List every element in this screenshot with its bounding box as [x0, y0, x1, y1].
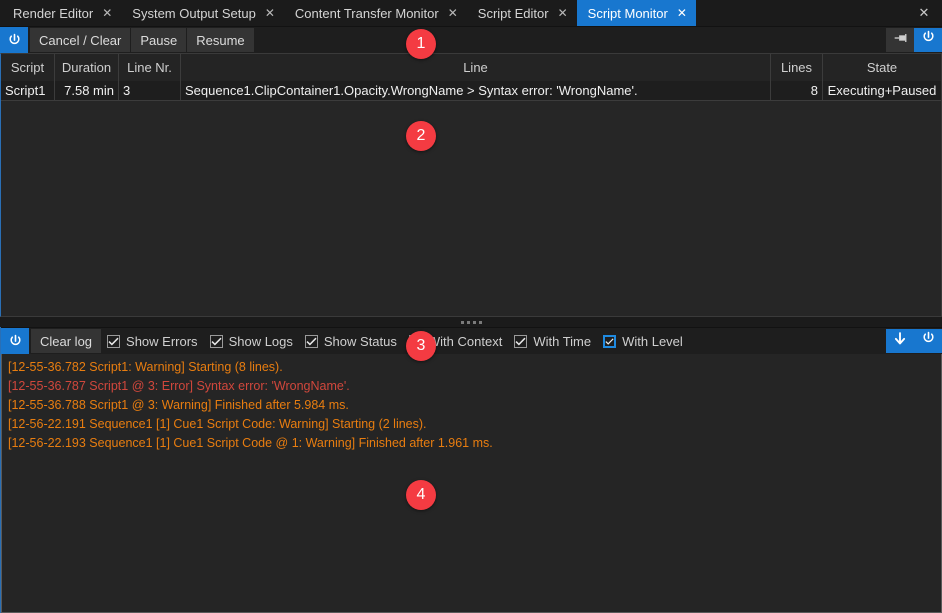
power-icon [921, 331, 936, 351]
script-power-button[interactable] [0, 27, 28, 53]
table-row[interactable]: Script1 7.58 min 3 Sequence1.ClipContain… [1, 81, 941, 101]
cell-duration: 7.58 min [55, 81, 119, 100]
script-table: Script Duration Line Nr. Line Lines Stat… [0, 53, 942, 317]
resume-button[interactable]: Resume [187, 28, 254, 52]
power-icon [921, 30, 936, 50]
column-header-lines[interactable]: Lines [771, 54, 823, 81]
cell-line: Sequence1.ClipContainer1.Opacity.WrongNa… [181, 81, 771, 100]
checkbox-show-errors[interactable]: Show Errors [102, 328, 205, 354]
log-output[interactable]: [12-55-36.782 Script1: Warning] Starting… [1, 354, 942, 613]
log-line: [12-56-22.193 Sequence1 [1] Cue1 Script … [8, 436, 493, 450]
checkmark-icon [603, 334, 617, 348]
close-icon[interactable]: ✕ [102, 7, 112, 19]
arrow-down-icon [893, 331, 907, 351]
panel-splitter[interactable] [0, 317, 942, 327]
column-header-line[interactable]: Line [181, 54, 771, 81]
clear-log-button[interactable]: Clear log [31, 329, 102, 353]
checkmark-icon [209, 334, 223, 348]
close-icon[interactable]: ✕ [677, 7, 687, 19]
close-icon[interactable]: ✕ [265, 7, 275, 19]
pin-icon [892, 31, 908, 50]
checkmark-icon [304, 334, 318, 348]
tab-script-editor[interactable]: Script Editor ✕ [467, 0, 577, 26]
annotation-badge-3: 3 [406, 331, 436, 361]
log-line: [12-55-36.787 Script1 @ 3: Error] Syntax… [8, 379, 350, 393]
tab-script-monitor[interactable]: Script Monitor ✕ [576, 0, 696, 26]
script-toolbar: Cancel / Clear Pause Resume [0, 26, 942, 53]
cell-script: Script1 [1, 81, 55, 100]
pause-button[interactable]: Pause [131, 28, 187, 52]
column-header-line-nr[interactable]: Line Nr. [119, 54, 181, 81]
checkbox-label: Show Errors [126, 333, 198, 349]
cell-state: Executing+Paused [827, 83, 937, 98]
log-line: [12-55-36.782 Script1: Warning] Starting… [8, 360, 283, 374]
checkbox-label: With Level [622, 333, 683, 349]
tab-render-editor[interactable]: Render Editor ✕ [2, 0, 121, 26]
annotation-badge-2: 2 [406, 121, 436, 151]
script-toolbar-spacer [255, 27, 886, 53]
tab-label: Render Editor [13, 5, 94, 21]
checkbox-label: With Time [533, 333, 592, 349]
table-header-row: Script Duration Line Nr. Line Lines Stat… [1, 54, 941, 81]
log-toolbar: Clear log Show Errors Show Logs Show Sta… [1, 327, 942, 354]
close-icon[interactable]: ✕ [558, 7, 568, 19]
checkbox-show-status[interactable]: Show Status [300, 328, 404, 354]
annotation-badge-4: 4 [406, 480, 436, 510]
tab-bar-spacer [696, 0, 906, 26]
column-header-script[interactable]: Script [1, 54, 55, 81]
script-power-right-button[interactable] [914, 28, 942, 52]
checkbox-with-time[interactable]: With Time [509, 328, 598, 354]
pin-button[interactable] [886, 28, 914, 52]
column-header-duration[interactable]: Duration [55, 54, 119, 81]
log-toolbar-spacer [690, 328, 886, 354]
cell-lines: 8 [771, 81, 823, 100]
log-section: Clear log Show Errors Show Logs Show Sta… [0, 327, 942, 613]
column-header-state[interactable]: State [823, 54, 941, 81]
log-power-button[interactable] [1, 328, 29, 354]
cancel-clear-button[interactable]: Cancel / Clear [30, 28, 131, 52]
log-power-right-button[interactable] [914, 329, 942, 353]
close-icon[interactable]: ✕ [448, 7, 458, 19]
log-line: [12-55-36.788 Script1 @ 3: Warning] Fini… [8, 398, 349, 412]
script-monitor-window: Render Editor ✕ System Output Setup ✕ Co… [0, 0, 942, 613]
checkmark-icon [107, 334, 121, 348]
window-close-icon[interactable]: ✕ [906, 0, 942, 26]
tab-system-output-setup[interactable]: System Output Setup ✕ [121, 0, 284, 26]
checkmark-icon [514, 334, 528, 348]
tab-content-transfer-monitor[interactable]: Content Transfer Monitor ✕ [284, 0, 467, 26]
splitter-grip-icon [460, 320, 482, 324]
annotation-badge-1: 1 [406, 29, 436, 59]
checkbox-label: With Context [427, 333, 503, 349]
tab-label: Script Editor [477, 5, 549, 21]
power-icon [8, 334, 23, 349]
log-line: [12-56-22.191 Sequence1 [1] Cue1 Script … [8, 417, 427, 431]
tab-label: System Output Setup [132, 5, 256, 21]
checkbox-label: Show Status [323, 333, 397, 349]
table-body-empty-area[interactable] [1, 101, 941, 316]
tab-label: Script Monitor [587, 5, 668, 21]
power-icon [7, 33, 22, 48]
checkbox-label: Show Logs [228, 333, 293, 349]
checkbox-show-logs[interactable]: Show Logs [205, 328, 300, 354]
checkbox-with-level[interactable]: With Level [598, 328, 690, 354]
cell-line-nr: 3 [119, 81, 181, 100]
tab-bar: Render Editor ✕ System Output Setup ✕ Co… [0, 0, 942, 26]
scroll-to-bottom-button[interactable] [886, 329, 914, 353]
tab-label: Content Transfer Monitor [294, 5, 439, 21]
